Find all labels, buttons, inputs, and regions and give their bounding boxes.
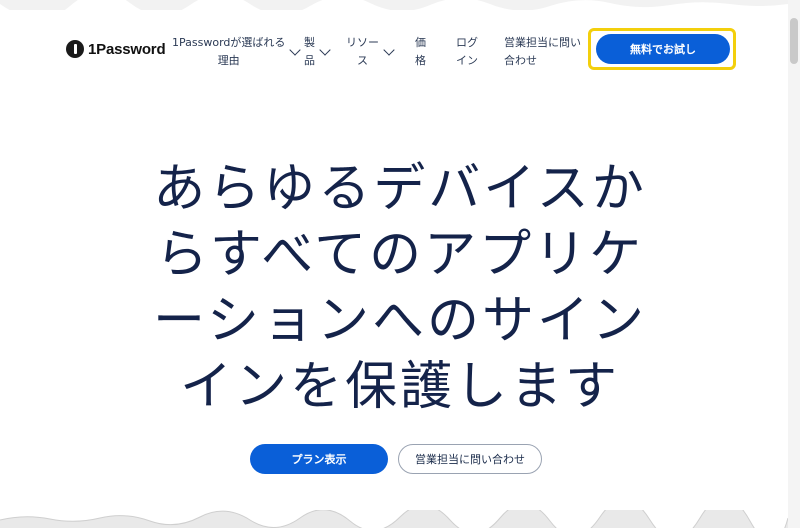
chevron-down-icon — [319, 43, 331, 56]
nav-resources[interactable]: リソー ス — [346, 34, 395, 70]
nav-login-label-2: イン — [456, 54, 478, 67]
nav-pricing-label-1: 価 — [415, 36, 426, 49]
torn-edge-top — [0, 0, 788, 10]
nav-login[interactable]: ログ イン — [456, 34, 478, 70]
nav-products-label-2: 品 — [304, 54, 315, 67]
hero-line: インを保護します — [179, 357, 620, 417]
nav-products[interactable]: 製 品 — [304, 34, 331, 70]
nav-pricing[interactable]: 価 格 — [415, 34, 426, 70]
nav-products-label-1: 製 — [304, 36, 315, 49]
hero-headline: あらゆるデバイスか らすべてのアプリケ ーションへのサイン インを保護します — [120, 156, 680, 420]
free-trial-button[interactable]: 無料でお試し — [596, 34, 730, 64]
nav-login-label-1: ログ — [456, 36, 478, 49]
scrollbar-track[interactable] — [788, 0, 800, 528]
hero-line: ーションへのサイン — [153, 291, 647, 351]
nav-contact-sales-label-1: 営業担当に問い — [504, 36, 581, 49]
logo-text: 1Password — [88, 40, 166, 58]
nav-why-1password-label-2: 理由 — [217, 54, 240, 67]
hero-line: あらゆるデバイスか — [153, 159, 647, 219]
nav-resources-label-2: ス — [357, 54, 368, 67]
1password-logo-icon — [66, 40, 84, 58]
chevron-down-icon — [383, 43, 395, 56]
scrollbar-thumb[interactable] — [790, 18, 798, 64]
nav-why-1password-label-1: 1Passwordが選ばれる — [172, 36, 286, 49]
torn-edge-bottom — [0, 510, 788, 528]
page: 1Password 1Passwordが選ばれる 理由 製 品 リソー ス 価 … — [0, 0, 788, 528]
nav-why-1password[interactable]: 1Passwordが選ばれる 理由 — [172, 34, 302, 70]
nav-contact-sales-label-2: 合わせ — [504, 54, 537, 67]
nav-resources-label-1: リソー — [346, 36, 379, 49]
contact-sales-button[interactable]: 営業担当に問い合わせ — [398, 444, 542, 474]
nav-contact-sales[interactable]: 営業担当に問い 合わせ — [504, 34, 581, 70]
logo[interactable]: 1Password — [66, 38, 166, 60]
nav-pricing-label-2: 格 — [415, 54, 426, 67]
chevron-down-icon — [289, 43, 302, 56]
view-plans-button[interactable]: プラン表示 — [250, 444, 388, 474]
hero-line: らすべてのアプリケ — [155, 225, 645, 285]
